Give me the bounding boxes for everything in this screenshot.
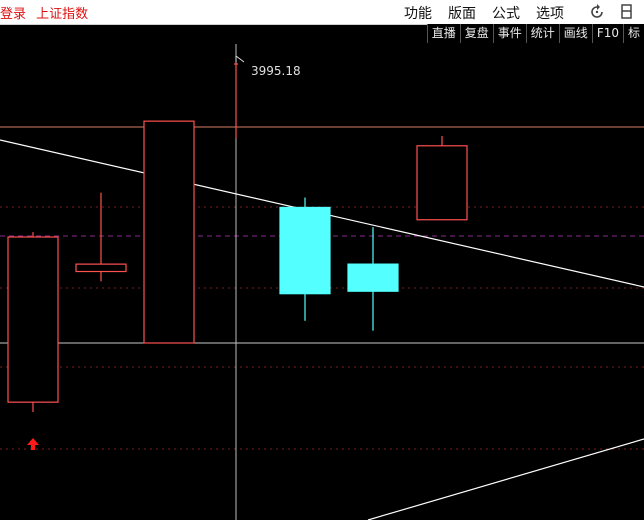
index-title: 上证指数 xyxy=(36,7,89,22)
candles-layer xyxy=(7,63,468,413)
candle-body xyxy=(75,263,127,273)
trendline-layer xyxy=(0,139,644,520)
kline-chart[interactable]: 3995.18 xyxy=(0,44,644,520)
draw-line-button[interactable]: 画线 xyxy=(558,24,592,43)
high-marker-label: 3995.18 xyxy=(251,64,301,78)
header-left: 登录 上证指数 xyxy=(0,3,88,22)
candle-body xyxy=(347,263,399,292)
mark-button[interactable]: 标 xyxy=(622,24,644,43)
top-menu-bar: 登录 上证指数 功能 版面 公式 选项 xyxy=(0,0,644,25)
candle-body xyxy=(279,206,331,295)
menu-function[interactable]: 功能 xyxy=(404,3,432,23)
trendline-ascending xyxy=(367,438,644,520)
menu-layout[interactable]: 版面 xyxy=(448,3,476,23)
candle-body xyxy=(143,120,195,344)
candle-body xyxy=(7,236,59,403)
events-button[interactable]: 事件 xyxy=(492,24,526,43)
chart-toolbar: 直播 复盘 事件 统计 画线 F10 标 xyxy=(426,24,644,44)
statistics-button[interactable]: 统计 xyxy=(525,24,559,43)
menu-formula[interactable]: 公式 xyxy=(492,3,520,23)
replay-button[interactable]: 复盘 xyxy=(459,24,493,43)
live-button[interactable]: 直播 xyxy=(426,24,460,43)
high-marker-pointer xyxy=(235,55,245,63)
refresh-icon[interactable] xyxy=(588,3,606,21)
login-link[interactable]: 登录 xyxy=(0,3,26,22)
candle-body xyxy=(416,145,468,221)
restore-window-icon[interactable] xyxy=(618,3,636,21)
menu-options[interactable]: 选项 xyxy=(536,3,564,23)
buy-signal-arrow-icon xyxy=(27,438,39,450)
f10-button[interactable]: F10 xyxy=(591,24,623,43)
